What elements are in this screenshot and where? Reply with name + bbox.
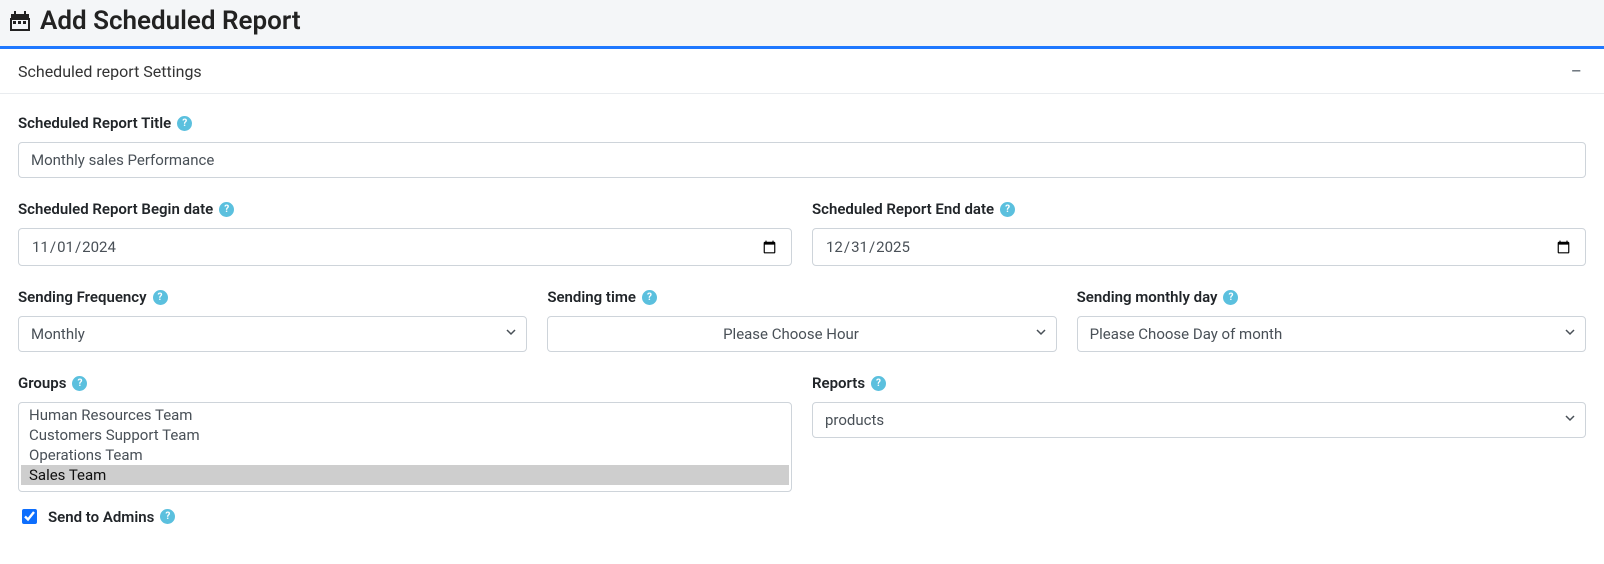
report-title-input[interactable]	[18, 142, 1586, 178]
help-icon[interactable]: ?	[642, 290, 657, 305]
calendar-icon	[8, 9, 32, 33]
report-title-label: Scheduled Report Title ?	[18, 114, 1586, 132]
help-icon[interactable]: ?	[871, 376, 886, 391]
help-icon[interactable]: ?	[219, 202, 234, 217]
sending-time-label-text: Sending time	[547, 288, 636, 306]
reports-select[interactable]: products	[812, 402, 1586, 438]
section-title: Scheduled report Settings	[18, 62, 202, 81]
frequency-label-text: Sending Frequency	[18, 288, 147, 306]
groups-label-text: Groups	[18, 374, 66, 392]
begin-date-label-text: Scheduled Report Begin date	[18, 200, 213, 218]
help-icon[interactable]: ?	[160, 509, 175, 524]
groups-option[interactable]: Operations Team	[21, 445, 789, 465]
send-admins-checkbox[interactable]	[22, 509, 37, 524]
groups-option[interactable]: Sales Team	[21, 465, 789, 485]
begin-date-input[interactable]	[18, 228, 792, 266]
reports-label-text: Reports	[812, 374, 865, 392]
end-date-label-text: Scheduled Report End date	[812, 200, 994, 218]
groups-label: Groups ?	[18, 374, 792, 392]
sending-time-select[interactable]: Please Choose Hour	[547, 316, 1056, 352]
begin-date-label: Scheduled Report Begin date ?	[18, 200, 792, 218]
sending-time-label: Sending time ?	[547, 288, 1056, 306]
help-icon[interactable]: ?	[153, 290, 168, 305]
reports-label: Reports ?	[812, 374, 1586, 392]
section-header: Scheduled report Settings −	[0, 49, 1604, 94]
help-icon[interactable]: ?	[1000, 202, 1015, 217]
help-icon[interactable]: ?	[177, 116, 192, 131]
monthly-day-select[interactable]: Please Choose Day of month	[1077, 316, 1586, 352]
report-title-label-text: Scheduled Report Title	[18, 114, 171, 132]
help-icon[interactable]: ?	[72, 376, 87, 391]
send-admins-label: Send to Admins	[48, 508, 154, 526]
send-admins-row: Send to Admins ?	[18, 506, 1586, 527]
monthly-day-label-text: Sending monthly day	[1077, 288, 1218, 306]
collapse-icon[interactable]: −	[1567, 61, 1586, 81]
end-date-label: Scheduled Report End date ?	[812, 200, 1586, 218]
groups-option[interactable]: Customers Support Team	[21, 425, 789, 445]
page-title: Add Scheduled Report	[40, 6, 301, 36]
frequency-label: Sending Frequency ?	[18, 288, 527, 306]
end-date-input[interactable]	[812, 228, 1586, 266]
groups-option[interactable]: Human Resources Team	[21, 405, 789, 425]
page-header: Add Scheduled Report	[0, 0, 1604, 49]
help-icon[interactable]: ?	[1223, 290, 1238, 305]
monthly-day-label: Sending monthly day ?	[1077, 288, 1586, 306]
form: Scheduled Report Title ? Scheduled Repor…	[0, 94, 1604, 537]
groups-select[interactable]: Human Resources TeamCustomers Support Te…	[18, 402, 792, 492]
frequency-select[interactable]: Monthly	[18, 316, 527, 352]
